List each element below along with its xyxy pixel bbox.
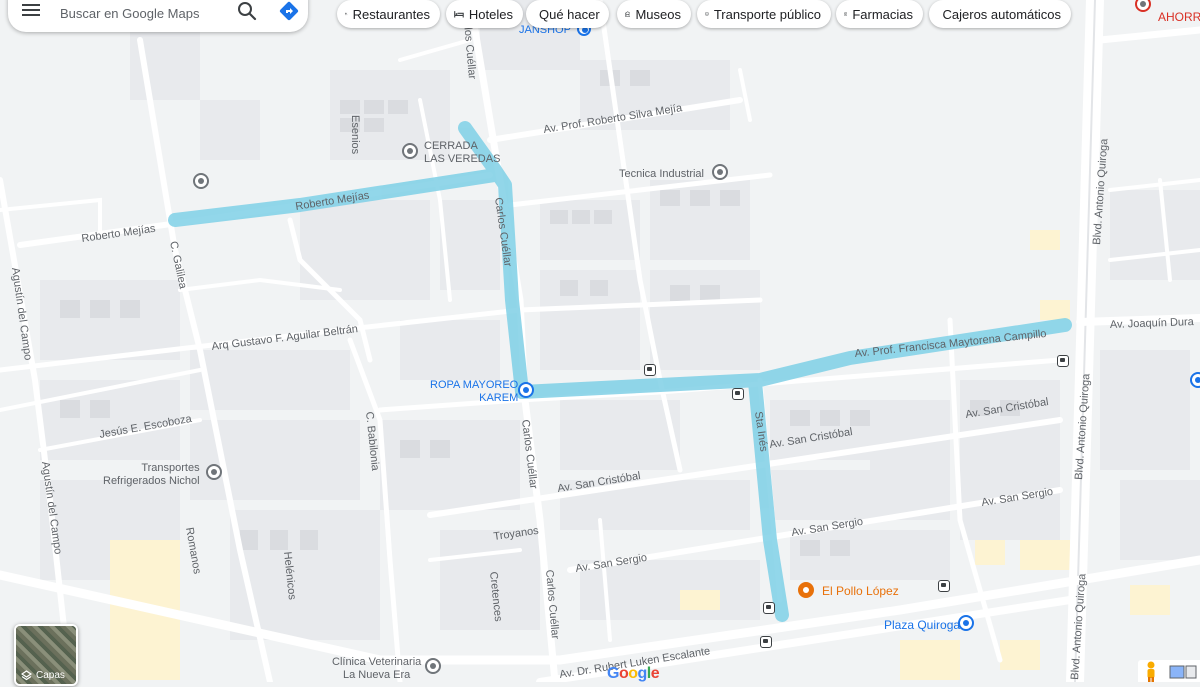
place-label-plaza-quiroga[interactable]: Plaza Quiroga	[884, 618, 960, 632]
place-label-ropa-karem[interactable]: ROPA MAYOREO KAREM	[430, 379, 518, 405]
chip-label: Farmacias	[852, 7, 913, 22]
place-label-cerrada[interactable]: CERRADA LAS VEREDAS	[424, 140, 500, 166]
chip-label: Restaurantes	[353, 7, 430, 22]
chip-label: Qué hacer	[539, 7, 600, 22]
chip-cajeros[interactable]: ••• Cajeros automáticos	[929, 0, 1071, 28]
place-pin-icon[interactable]	[425, 658, 441, 674]
pegman-icon[interactable]	[1138, 660, 1166, 682]
street-label-arq-gustavo: Arq Gustavo F. Aguilar Beltrán	[211, 323, 359, 353]
street-label-agustin-1: Agustín del Campo	[9, 267, 34, 361]
place-label-ahorro[interactable]: AHORR	[1158, 10, 1200, 24]
pharmacy-icon	[844, 7, 847, 21]
street-label-romanos: Romanos	[183, 526, 203, 575]
layers-button[interactable]: Capas	[14, 624, 78, 686]
bus-stop-icon[interactable]	[763, 602, 775, 614]
shop-pin-icon[interactable]	[518, 382, 534, 398]
school-pin-icon[interactable]	[193, 173, 209, 189]
museum-icon	[625, 7, 630, 21]
chip-label: Transporte público	[714, 7, 821, 22]
place-pin-icon[interactable]	[712, 164, 728, 180]
layers-label: Capas	[36, 670, 65, 681]
menu-icon[interactable]	[22, 2, 42, 18]
fork-knife-icon	[345, 7, 348, 21]
place-label-pollo-lopez[interactable]: El Pollo López	[822, 584, 899, 598]
search-input[interactable]	[58, 2, 232, 24]
bus-stop-icon[interactable]	[1057, 355, 1069, 367]
place-label-clinica[interactable]: Clínica Veterinaria La Nueva Era	[332, 656, 421, 682]
street-label-carlos-cuellar-3: Carlos Cuéllar	[519, 419, 539, 490]
directions-icon[interactable]	[278, 0, 300, 22]
street-label-esenios: Esenios	[349, 115, 361, 155]
atm-icon: •••	[937, 7, 938, 21]
place-pin-icon[interactable]	[402, 143, 418, 159]
street-label-roberto-mejias-2: Roberto Mejías	[81, 223, 157, 245]
search-icon[interactable]	[236, 0, 258, 22]
bus-stop-icon[interactable]	[732, 388, 744, 400]
place-label-tecnica[interactable]: Tecnica Industrial	[619, 168, 704, 181]
layers-icon	[21, 670, 32, 681]
bus-stop-icon[interactable]	[760, 636, 772, 648]
bus-stop-icon[interactable]	[644, 364, 656, 376]
map-canvas[interactable]: Carlos Cuéllar Carlos Cuéllar Carlos Cué…	[0, 0, 1200, 682]
chip-label: Hoteles	[469, 7, 513, 22]
chip-label: Cajeros automáticos	[943, 7, 1062, 22]
chip-restaurantes[interactable]: Restaurantes	[337, 0, 440, 28]
search-box	[8, 0, 308, 32]
restaurant-pin-icon[interactable]	[798, 582, 814, 598]
chip-transporte-publico[interactable]: Transporte público	[697, 0, 831, 28]
imagery-thumbnail-icon[interactable]	[1166, 660, 1200, 682]
chip-que-hacer[interactable]: Qué hacer	[526, 0, 609, 28]
street-label-av-joaquin: Av. Joaquín Dura	[1110, 316, 1195, 331]
bus-icon	[705, 7, 709, 21]
bed-icon	[454, 7, 464, 21]
place-pin-icon[interactable]	[206, 464, 222, 480]
plaza-pin-icon[interactable]	[958, 615, 974, 631]
place-label-transportes[interactable]: Transportes Refrigerados Nichol	[103, 462, 200, 488]
svg-text:•••: •••	[937, 13, 938, 14]
chip-label: Museos	[635, 7, 681, 22]
bus-stop-icon[interactable]	[938, 580, 950, 592]
chip-hoteles[interactable]: Hoteles	[446, 0, 523, 28]
chip-farmacias[interactable]: Farmacias	[836, 0, 923, 28]
google-logo: Google	[607, 665, 659, 683]
shop-pin-icon[interactable]	[1190, 372, 1200, 388]
chip-museos[interactable]: Museos	[617, 0, 691, 28]
